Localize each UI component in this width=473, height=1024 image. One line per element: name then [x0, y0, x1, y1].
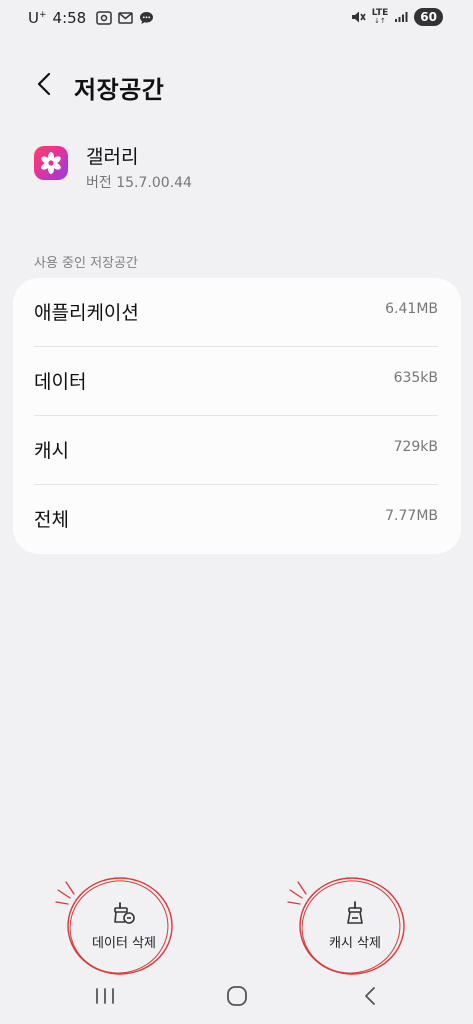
storage-card: 애플리케이션 6.41MB 데이터 635kB 캐시 729kB 전체 7.77… [13, 278, 461, 554]
section-label: 사용 중인 저장공간 [34, 256, 138, 271]
chevron-left-icon [37, 72, 51, 96]
gallery-app-icon [34, 146, 68, 180]
back-nav-button[interactable] [350, 982, 390, 1010]
clear-cache-icon [347, 901, 363, 924]
clear-cache-label: 캐시 삭제 [329, 936, 381, 951]
mute-icon [351, 11, 366, 23]
signal-icon [395, 12, 408, 22]
row-label: 캐시 [34, 440, 69, 462]
home-icon [227, 986, 247, 1006]
status-bar: U+ 4:58 LTE ↓↑ 60 [0, 0, 473, 36]
app-info: 갤러리 버전 15.7.00.44 [34, 142, 434, 192]
storage-row-application: 애플리케이션 6.41MB [13, 278, 461, 347]
row-value: 6.41MB [385, 301, 438, 317]
clear-data-label: 데이터 삭제 [92, 936, 156, 951]
storage-row-data: 데이터 635kB [13, 347, 461, 416]
recent-apps-button[interactable] [85, 982, 125, 1010]
status-left: U+ 4:58 [28, 9, 154, 27]
back-button[interactable] [28, 68, 60, 100]
storage-row-total: 전체 7.77MB [13, 485, 461, 554]
message-icon [140, 12, 154, 24]
app-name: 갤러리 [86, 146, 139, 168]
clear-data-button[interactable]: 데이터 삭제 [64, 900, 184, 970]
row-label: 애플리케이션 [34, 302, 139, 324]
navigation-bar [0, 972, 473, 1020]
row-value: 729kB [393, 439, 438, 455]
row-label: 전체 [34, 509, 69, 531]
screenshot-icon [96, 11, 112, 25]
lte-icon: LTE ↓↑ [371, 8, 389, 26]
storage-row-cache: 캐시 729kB [13, 416, 461, 485]
mail-icon [118, 12, 133, 24]
home-button[interactable] [217, 982, 257, 1010]
app-version: 버전 15.7.00.44 [86, 175, 192, 191]
page-title: 저장공간 [74, 76, 165, 104]
row-value: 635kB [393, 370, 438, 386]
status-right: LTE ↓↑ 60 [350, 8, 443, 26]
app-header: 저장공간 [0, 58, 473, 108]
clock: 4:58 [52, 9, 87, 27]
carrier-label: U+ [28, 9, 47, 27]
row-label: 데이터 [34, 371, 87, 393]
back-icon [365, 987, 375, 1005]
recent-apps-icon [96, 988, 114, 1004]
clear-data-icon [114, 902, 135, 924]
clear-cache-button[interactable]: 캐시 삭제 [295, 900, 415, 970]
row-value: 7.77MB [385, 508, 438, 524]
battery-indicator: 60 [414, 8, 443, 26]
